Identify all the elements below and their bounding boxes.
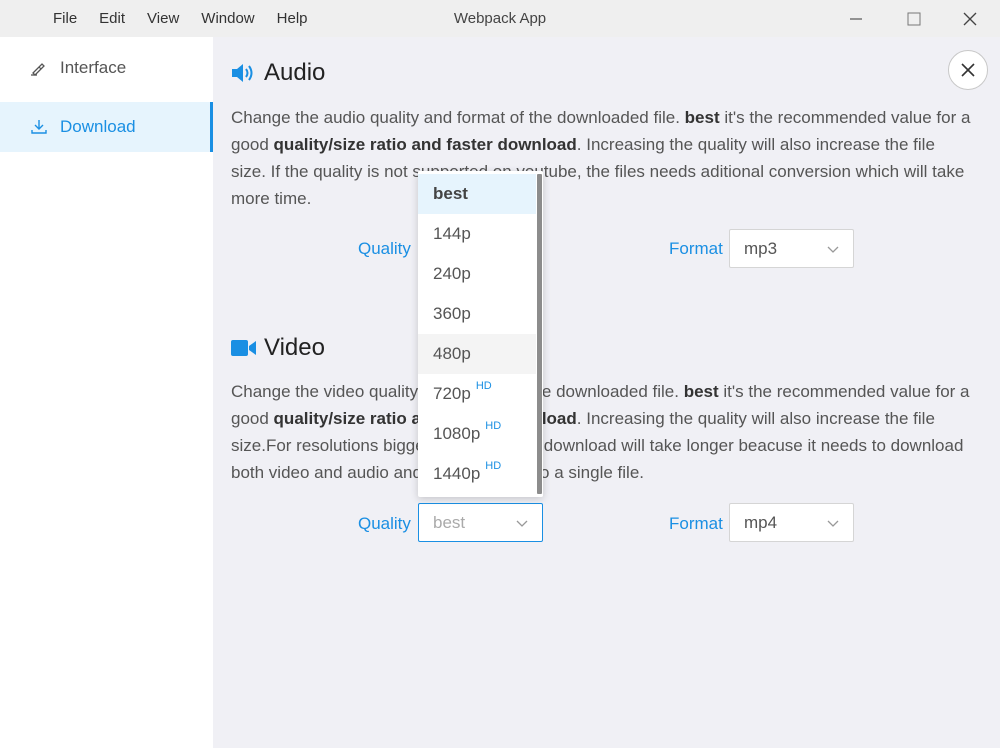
desc-bold: best [683, 382, 719, 401]
speaker-icon [231, 62, 257, 84]
brush-icon [30, 59, 48, 77]
video-quality-select[interactable]: best [418, 503, 543, 542]
desc-text: Change the audio quality and format of t… [231, 108, 685, 127]
audio-format-select[interactable]: mp3 [729, 229, 854, 268]
section-title-text: Video [264, 334, 325, 361]
dropdown-option-144p[interactable]: 144p [418, 214, 536, 254]
title-bar: File Edit View Window Help Webpack App [0, 0, 1000, 37]
maximize-icon [907, 12, 921, 25]
section-title-text: Audio [264, 59, 326, 86]
dropdown-option-best[interactable]: best [418, 174, 536, 214]
dropdown-option-720p[interactable]: 720p HD [418, 374, 536, 414]
video-description: Change the video quality and format of t… [231, 378, 971, 486]
sidebar-item-interface[interactable]: Interface [0, 43, 213, 93]
dropdown-scrollbar-thumb[interactable] [537, 174, 542, 494]
option-label: 360p [433, 304, 471, 323]
video-quality-label: Quality [358, 514, 411, 533]
video-format-label: Format [669, 514, 723, 533]
audio-description: Change the audio quality and format of t… [231, 104, 971, 212]
chevron-down-icon [827, 246, 839, 253]
option-label: 144p [433, 224, 471, 243]
desc-bold: best [684, 108, 720, 127]
menu-view[interactable]: View [136, 10, 190, 27]
menu-bar: File Edit View Window Help [42, 0, 319, 37]
video-camera-icon [231, 337, 257, 359]
close-icon [963, 12, 977, 25]
close-icon [961, 63, 975, 77]
menu-edit[interactable]: Edit [88, 10, 136, 27]
option-label: 720p [433, 384, 471, 403]
window-close-button[interactable] [942, 0, 998, 37]
hd-badge: HD [475, 380, 492, 392]
sidebar-item-label: Interface [60, 58, 127, 77]
select-value: mp3 [744, 238, 778, 258]
maximize-button[interactable] [886, 0, 942, 37]
select-value: mp4 [744, 512, 778, 532]
download-icon [30, 118, 48, 136]
option-label: 1440p [433, 464, 481, 483]
chevron-down-icon [516, 520, 528, 527]
main-panel: Audio Change the audio quality and forma… [213, 37, 1000, 748]
hd-badge: HD [485, 420, 502, 432]
video-section-title: Video [231, 334, 325, 362]
chevron-down-icon [827, 520, 839, 527]
option-label: best [433, 184, 468, 203]
dropdown-option-1440p[interactable]: 1440p HD [418, 454, 536, 494]
close-settings-button[interactable] [948, 50, 988, 90]
menu-file[interactable]: File [42, 10, 88, 27]
hd-badge: HD [485, 460, 502, 472]
dropdown-option-480p[interactable]: 480p [418, 334, 536, 374]
minimize-button[interactable] [828, 0, 884, 37]
video-format-select[interactable]: mp4 [729, 503, 854, 542]
audio-format-label: Format [669, 239, 723, 258]
minimize-icon [850, 17, 862, 20]
option-label: 1080p [433, 424, 481, 443]
option-label: 240p [433, 264, 471, 283]
sidebar-item-label: Download [60, 117, 136, 136]
dropdown-option-240p[interactable]: 240p [418, 254, 536, 294]
desc-bold: quality/size ratio and faster download [273, 135, 577, 154]
audio-section-title: Audio [231, 59, 325, 87]
sidebar-item-download[interactable]: Download [0, 102, 213, 152]
menu-help[interactable]: Help [266, 10, 319, 27]
dropdown-option-1080p[interactable]: 1080p HD [418, 414, 536, 454]
select-value: best [433, 512, 466, 532]
audio-quality-label: Quality [358, 239, 411, 258]
option-label: 480p [433, 344, 471, 363]
menu-window[interactable]: Window [190, 10, 265, 27]
quality-dropdown-menu: best 144p 240p 360p 480p 720p HD 1080p HD … [418, 171, 543, 497]
dropdown-option-360p[interactable]: 360p [418, 294, 536, 334]
sidebar: Interface Download [0, 37, 213, 748]
